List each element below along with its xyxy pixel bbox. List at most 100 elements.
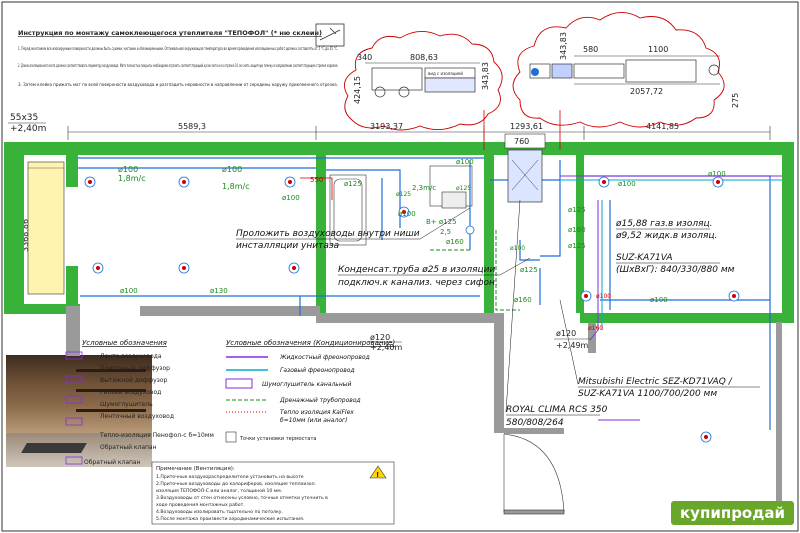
instructions-title: Инструкция по монтажу самоклеющегося уте…	[18, 29, 322, 37]
legend-cond-item-4: Дренажный трубопровод	[279, 397, 361, 404]
label-dn-b: ø100	[510, 245, 525, 252]
note-royal-1: ROYAL CLIMA RCS 350	[506, 405, 608, 415]
top-dim-3: 1293,61	[510, 122, 543, 131]
door-swing	[503, 433, 565, 515]
label-speed-4: 2,5	[440, 228, 451, 236]
note-condensate-1: Конденсат.труба ø25 в изоляции	[338, 265, 495, 275]
notes-title: Примечание (Вентиляция):	[156, 466, 235, 472]
label-p100-j: ø100	[596, 293, 611, 300]
instructions-p2: 2. Длина изоляционного мата должна соотв…	[18, 62, 338, 69]
elevation-tags: ø120 +2,40m ø120 +2,49m	[368, 329, 590, 352]
legend-vent-item-3: Вытяжной диффузор	[100, 377, 167, 384]
legend-vent-item-4: Гибкий воздуховод	[100, 389, 161, 396]
legend-vent-item-6: Ленточный воздуховод	[100, 413, 174, 420]
label-p100-b: ø100	[222, 165, 242, 174]
notes-line-1: 1.Приточные воздухораспределители устано…	[156, 474, 304, 480]
label-p125-c: ø125	[568, 242, 586, 250]
label-p130: ø130	[210, 287, 228, 295]
note-suz-model: SUZ-KA71VA	[616, 253, 672, 263]
label-p100-a: ø100	[118, 165, 138, 174]
legend-cond-item-5: Тепло изоляция KaiFlex	[280, 409, 354, 416]
label-p100-e: ø100	[398, 210, 416, 218]
label-p550: 550	[310, 176, 323, 184]
legend-vent-item-7: Тепло-изоляция Пенофол-с б=10мм	[99, 432, 214, 439]
instructions-block: Инструкция по монтажу самоклеющегося уте…	[18, 29, 338, 88]
notes-line-4: 3.Воздуховоды от стен отнесены условно, …	[156, 495, 328, 501]
label-p160-b: ø160	[568, 226, 586, 234]
legend-vent-item-9: Обратный клапан	[84, 459, 141, 466]
elev-tag-2-elev: +2,49m	[556, 341, 589, 350]
label-p100-h: ø100	[120, 287, 138, 295]
legend-conditioning: Условные обозначения (Кондиционирование)…	[225, 339, 395, 443]
detail-right-dim4: 343,83	[559, 32, 568, 60]
instructions-p3: 3. Затем клейко прижать мат по всей пове…	[18, 81, 338, 88]
watermark-logo: купипродай	[671, 501, 794, 525]
label-p125-f: ø125	[456, 185, 471, 192]
note-niche-2: инсталляции унитаза	[236, 241, 339, 251]
notes-line-5: ходе проведения монтажных работ.	[156, 502, 245, 508]
legend-vent-item-2: Приточный диффузор	[100, 365, 170, 372]
note-mitsubishi-2: SUZ-KA71VA 1100/700/200 мм	[578, 389, 717, 399]
label-p160-a: ø160	[446, 238, 464, 246]
label-p160-d: ø160	[588, 325, 603, 332]
legend-cond-item-2: Газовый фреонопровод	[280, 367, 355, 374]
label-p125-d: ø125	[520, 266, 538, 274]
label-p125-b: ø125	[568, 206, 586, 214]
label-speed-3: 2,3m/c	[412, 184, 436, 192]
pipe-labels: ø100 1,8m/c ø100 1,8m/c 550 ø100 ø125 2,…	[118, 158, 726, 332]
note-condensate-2: подключ.к канализ. через сифон.	[338, 278, 498, 288]
note-liquid-line: ø9,52 жидк.в изоляц.	[615, 231, 717, 241]
svg-text:!: !	[376, 471, 379, 479]
note-royal-2: 580/808/264	[506, 418, 564, 428]
legend-cond-sensor: Точки установки термостата	[239, 436, 316, 442]
top-dim-1: 5589,3	[178, 122, 206, 131]
legend-vent-title: Условные обозначения	[82, 339, 167, 347]
instructions-p1: 1. Перед монтажом все изолируемые поверх…	[18, 46, 338, 52]
top-dimension-line: 5589,3 3193,37 1293,61 4141,85	[67, 122, 771, 140]
label-p125-e: ø125	[396, 191, 411, 198]
label-p160-c: ø160	[514, 296, 532, 304]
legend-cond-item-1: Жидкостный фреонопровод	[279, 354, 370, 361]
note-gas-line: ø15,88 газ.в изоляц.	[615, 219, 712, 229]
label-p125-a: ø125	[344, 180, 362, 188]
detail-right-cloud: 343,83 580 1100 2057,72 275	[512, 12, 740, 128]
label-p100-d: ø100	[456, 158, 474, 166]
top-dim-2: 3193,37	[370, 122, 403, 131]
detail-right-dim1: 580	[583, 45, 598, 54]
notes-line-2: 2.Приточные воздуховоды до калориферов, …	[156, 481, 316, 487]
legend-cond-title: Условные обозначения (Кондиционирование)	[226, 339, 395, 347]
notes-line-7: 5.После монтажа произвести аэродинамичес…	[156, 516, 304, 522]
elev-tag-2-size: ø120	[556, 329, 576, 338]
label-speed-2: 1,8m/c	[222, 182, 250, 191]
legend-ventilation: Условные обозначения Лента воздуховода П…	[65, 339, 214, 466]
corner-tag-elev: +2,40m	[10, 124, 46, 134]
note-suz-dims: (ШхВхГ): 840/330/880 мм	[616, 265, 735, 275]
legend-cond-item-3: Шумоглушитель канальный	[262, 381, 351, 388]
note-niche-1: Проложить воздуховоды внутри ниши	[236, 229, 420, 239]
detail-right-dim5: 275	[731, 93, 740, 108]
legend-vent-item-8: Обратный клапан	[100, 444, 157, 451]
corner-tag: 55x35 +2,40m	[8, 113, 46, 134]
notes-line-6: 4.Воздуховоды изолировать тщательно по п…	[156, 509, 283, 515]
legend-vent-item-5: Шумоглушитель	[100, 401, 153, 408]
legend-cond-item-6: б=10мм (или аналог)	[280, 417, 347, 424]
detail-left-dim4: 424,15	[353, 76, 362, 104]
label-speed-1: 1,8m/c	[118, 174, 146, 183]
label-p100-g: ø100	[708, 170, 726, 178]
left-window-storage	[27, 161, 65, 295]
detail-left-dim2: 808,63	[410, 53, 438, 62]
detail-left-dim1: 340	[357, 53, 372, 62]
label-p100-i: ø100	[650, 296, 668, 304]
corner-tag-size: 55x35	[10, 113, 38, 123]
label-p100-f: ø100	[618, 180, 636, 188]
detail-right-dim2: 1100	[648, 45, 668, 54]
notes-line-3: изоляция ТЕПОФОЛ-С или аналог, толщиной …	[156, 487, 282, 494]
detail-left-dim3: 343,83	[481, 62, 490, 90]
notes-box: Примечание (Вентиляция): 1.Приточные воз…	[151, 461, 395, 525]
legend-vent-item-1: Лента воздуховода	[100, 353, 162, 360]
ahu-unit: 760	[504, 133, 546, 203]
detail-right-dim3: 2057,72	[630, 87, 663, 96]
detail-left-label: вид с изоляцией	[428, 71, 463, 76]
top-box-label: 760	[514, 137, 529, 146]
floor-plan-drawing: Инструкция по монтажу самоклеющегося уте…	[1, 1, 799, 532]
